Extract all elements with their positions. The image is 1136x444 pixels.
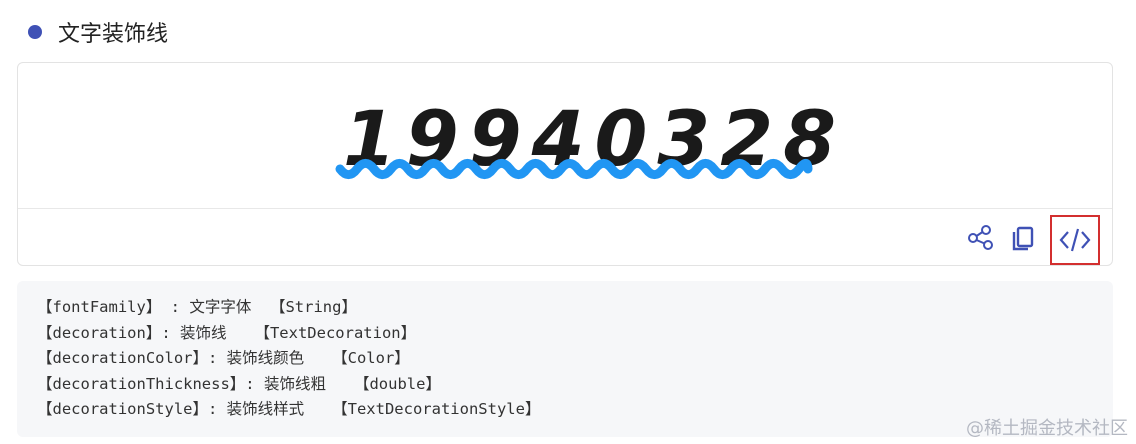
share-icon — [968, 225, 993, 250]
code-button[interactable] — [1050, 215, 1100, 265]
property-line-decorationstyle: 【decorationStyle】: 装饰线样式 【TextDecoration… — [37, 400, 541, 418]
code-icon — [1059, 228, 1091, 252]
demo-card: 19940328 — [17, 62, 1113, 266]
copy-icon — [1012, 226, 1034, 251]
property-line-decoration: 【decoration】: 装饰线 【TextDecoration】 — [37, 323, 417, 342]
watermark: @稀土掘金技术社区 — [966, 418, 1128, 439]
demo-toolbar — [18, 209, 1112, 267]
section-header: 文字装饰线 — [28, 14, 168, 50]
copy-button[interactable] — [1003, 216, 1043, 260]
section-title: 文字装饰线 — [58, 22, 169, 47]
property-line-fontfamily: 【fontFamily】 : 文字字体 【String】 — [37, 298, 357, 316]
section-bullet-dot — [28, 25, 42, 39]
demo-text-svg: 19940328 — [335, 94, 836, 183]
share-button[interactable] — [960, 216, 1000, 260]
property-line-decorationthickness: 【decorationThickness】: 装饰线粗 【double】 — [37, 374, 441, 393]
demo-preview: 19940328 — [18, 63, 1112, 209]
property-line-decorationcolor: 【decorationColor】: 装饰线颜色 【Color】 — [37, 349, 410, 367]
properties-panel: 【fontFamily】 : 文字字体 【String】 【decoration… — [17, 281, 1113, 437]
